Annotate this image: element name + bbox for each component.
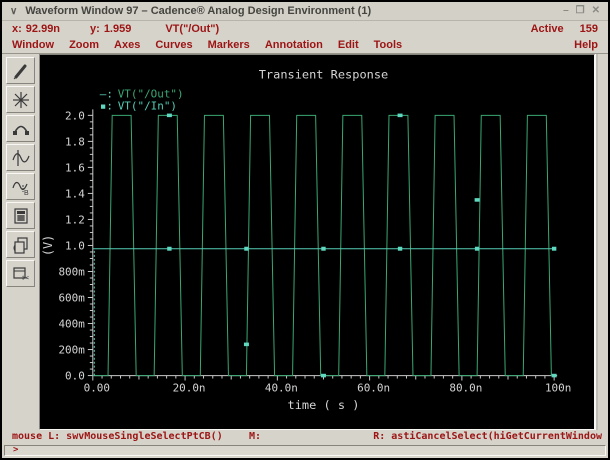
probe-wave-tool-button[interactable] [6, 144, 35, 171]
right-window-frame [595, 54, 608, 430]
x-coord-value: 92.99n [25, 22, 61, 35]
minimize-icon[interactable]: – [563, 6, 569, 16]
plot-title: Transient Response [259, 68, 388, 82]
status-bar: mouse L: swvMouseSingleSelectPtCB() M: R… [2, 430, 608, 445]
prompt-char: > [13, 445, 19, 455]
x-tick-label: 20.0n [173, 381, 206, 394]
y-tick-label: 800m [58, 265, 85, 278]
menu-curves[interactable]: Curves [155, 39, 192, 51]
menu-bar: Window Zoom Axes Curves Markers Annotati… [2, 36, 608, 54]
menu-markers[interactable]: Markers [208, 39, 250, 51]
trace-in-point-marker [244, 246, 249, 251]
y-axis-title: (V) [41, 235, 55, 256]
y-tick-label: 600m [58, 291, 85, 304]
copy-window-tool-button[interactable] [6, 231, 35, 258]
mouse-right-binding: R: astiCancelSelect(hiGetCurrentWindow [373, 431, 602, 442]
selected-point-marker [243, 342, 249, 347]
left-toolbar: B ✂ [2, 54, 39, 430]
x-coord-label: x: [12, 22, 22, 35]
menu-help[interactable]: Help [574, 39, 598, 51]
window-title: Waveform Window 97 – Cadence® Analog Des… [25, 5, 372, 17]
y-tick-label: 1.4 [65, 187, 85, 200]
selected-point-marker [397, 113, 403, 118]
copy-window-icon [13, 236, 28, 254]
x-tick-label: 60.0n [357, 381, 390, 394]
menu-window[interactable]: Window [12, 39, 54, 51]
stylus-icon [13, 64, 26, 79]
x-tick-label: 40.0n [265, 381, 298, 394]
trace-in-point-marker [551, 246, 557, 251]
y-tick-label: 1.2 [65, 213, 85, 226]
y-tick-label: 1.6 [65, 161, 85, 174]
menu-axes[interactable]: Axes [114, 39, 140, 51]
waveform-plot-svg[interactable]: Transient Response 0.00 20.0n 40.0n 60.0n 80.… [40, 55, 594, 429]
title-bar[interactable]: ∨ Waveform Window 97 – Cadence® Analog D… [2, 2, 608, 21]
wave-b-tool-button[interactable]: B [6, 173, 35, 200]
trace-in-point-marker [321, 246, 326, 251]
y-tick-label: 1.0 [65, 239, 85, 252]
menu-edit[interactable]: Edit [338, 39, 359, 51]
mouse-middle-binding: M: [249, 431, 262, 442]
active-label: Active [530, 22, 564, 35]
maximize-icon[interactable]: ❐ [576, 6, 585, 16]
cut-window-icon: ✂ [12, 266, 30, 283]
x-tick-label: 0.00 [84, 381, 110, 394]
trace-in-point-marker [397, 246, 403, 251]
waveform-window: ∨ Waveform Window 97 – Cadence® Analog D… [0, 0, 610, 460]
arc-tool-button[interactable] [6, 115, 35, 142]
selected-point-marker [320, 373, 326, 378]
coordinate-bar: x: 92.99n y: 1.959 VT("/Out") Active 159 [2, 21, 608, 36]
close-icon[interactable]: ✕ [592, 6, 600, 16]
cli-prompt[interactable]: > [4, 445, 606, 456]
probe-wave-icon [11, 149, 30, 166]
y-tick-label: 1.8 [65, 135, 85, 148]
y-tick-label: 0.0 [65, 370, 85, 383]
trace-in-point-marker [474, 246, 480, 251]
svg-text:B: B [24, 190, 29, 197]
legend-label: VT("/In") [118, 99, 177, 112]
trace-out [92, 114, 555, 377]
stylus-tool-button[interactable] [6, 57, 35, 84]
calculator-icon [13, 207, 28, 224]
active-count: 159 [579, 22, 598, 35]
menu-annotation[interactable]: Annotation [265, 39, 323, 51]
window-menu-chevron-icon[interactable]: ∨ [10, 6, 17, 17]
selected-trace-expr: VT("/Out") [165, 22, 220, 35]
y-coord-label: y: [90, 22, 100, 35]
legend-glyph: ▪: [100, 99, 113, 112]
y-coord-value: 1.959 [103, 22, 132, 35]
arc-tool-icon [12, 125, 29, 135]
mouse-left-binding: mouse L: swvMouseSingleSelectPtCB() [12, 431, 223, 442]
wave-b-icon: B [11, 181, 29, 197]
x-tick-label: 100n [545, 381, 571, 394]
main-area: B ✂ Transient Response 0.00 20.0n 40.0n … [2, 54, 608, 430]
menu-zoom[interactable]: Zoom [69, 39, 99, 51]
waveform-plot-area[interactable]: Transient Response 0.00 20.0n 40.0n 60.0n 80.… [39, 54, 595, 430]
y-tick-label: 2.0 [65, 109, 85, 122]
y-tick-label: 200m [58, 344, 85, 357]
zoom-star-tool-button[interactable] [6, 86, 35, 113]
trace-in-point-marker [167, 246, 172, 251]
calculator-tool-button[interactable] [6, 202, 35, 229]
selected-point-marker [551, 373, 557, 378]
x-axis-title: time ( s ) [288, 398, 360, 412]
svg-text:✂: ✂ [22, 273, 30, 283]
selected-point-marker [166, 113, 172, 118]
x-tick-label: 80.0n [449, 381, 482, 394]
selected-point-marker [474, 198, 480, 202]
zoom-star-icon [12, 91, 29, 108]
y-tick-label: 400m [58, 318, 85, 331]
cut-window-tool-button[interactable]: ✂ [6, 260, 35, 287]
menu-tools[interactable]: Tools [374, 39, 403, 51]
